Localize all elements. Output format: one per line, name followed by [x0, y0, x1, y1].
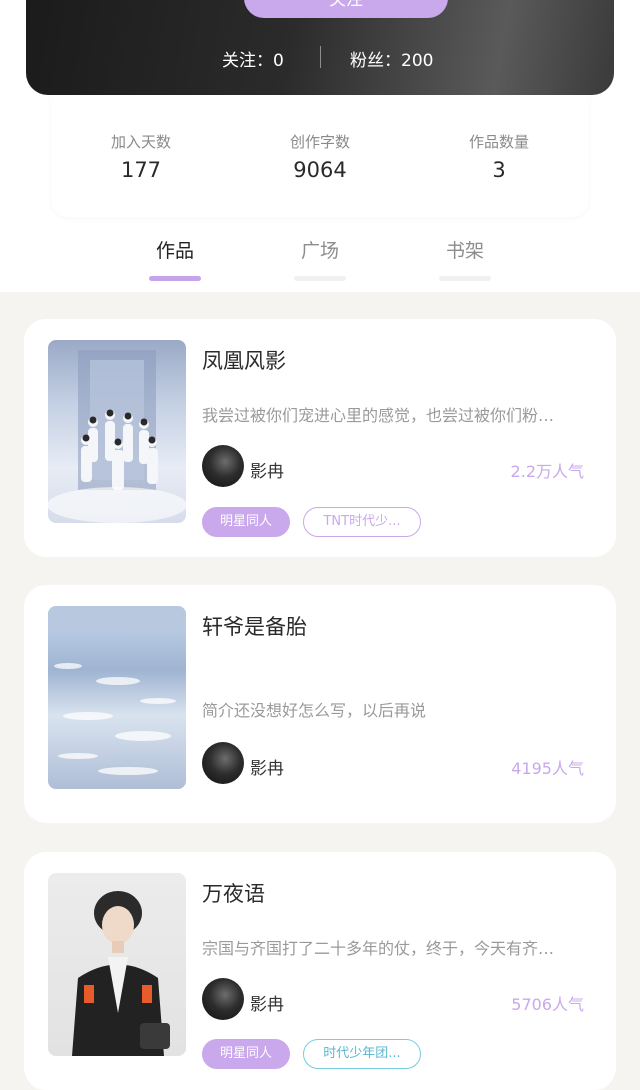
fans-count[interactable]: 粉丝：200 [350, 46, 433, 71]
work-description: 简介还没想好怎么写，以后再说 [202, 701, 427, 720]
cover-art [48, 606, 186, 775]
stat-label: 创作字数 [289, 133, 350, 151]
tag-celebrity-fanfic[interactable]: 明星同人 [202, 1039, 290, 1069]
book-cover-image[interactable] [48, 873, 186, 1056]
work-description: 宗国与齐国打了二十多年的仗，终于，今天有齐… [202, 939, 555, 958]
stat-word-count: 创作字数 9064 [230, 131, 410, 182]
work-card[interactable]: 万夜语 宗国与齐国打了二十多年的仗，终于，今天有齐… 影冉 5706人气 明星同… [24, 852, 616, 1090]
tag-time-youth-group[interactable]: 时代少年团... [303, 1039, 421, 1069]
cover-art [48, 350, 186, 523]
stat-value: 177 [120, 158, 162, 182]
author-name[interactable]: 影冉 [250, 754, 284, 779]
work-card[interactable]: 凤凰风影 我尝过被你们宠进心里的感觉，也尝过被你们粉… 影冉 2.2万人气 明星… [24, 319, 616, 557]
work-title[interactable]: 凤凰风影 [202, 345, 286, 375]
stat-label: 加入天数 [110, 133, 171, 151]
tab-indicator [439, 276, 491, 281]
author-avatar[interactable] [202, 978, 244, 1020]
tab-works[interactable]: 作品 [130, 236, 220, 281]
work-card[interactable]: 轩爷是备胎 简介还没想好怎么写，以后再说 影冉 4195人气 [24, 585, 616, 823]
book-cover-image[interactable] [48, 340, 186, 523]
divider [320, 46, 321, 68]
tab-label: 作品 [155, 240, 194, 262]
author-avatar[interactable] [202, 742, 244, 784]
work-title[interactable]: 万夜语 [202, 878, 265, 908]
stat-value: 9064 [293, 158, 347, 182]
tag-celebrity-fanfic[interactable]: 明星同人 [202, 507, 290, 537]
tab-indicator [149, 276, 201, 281]
tab-square[interactable]: 广场 [275, 236, 365, 281]
popularity-count: 5706人气 [511, 995, 584, 1014]
stat-join-days: 加入天数 177 [51, 131, 231, 182]
tab-bookshelf[interactable]: 书架 [420, 236, 510, 281]
tab-label: 广场 [300, 240, 339, 262]
author-name[interactable]: 影冉 [250, 457, 284, 482]
book-cover-image[interactable] [48, 606, 186, 789]
work-description: 我尝过被你们宠进心里的感觉，也尝过被你们粉… [202, 406, 555, 425]
stat-label: 作品数量 [468, 133, 529, 151]
stat-value: 3 [492, 158, 506, 182]
popularity-count: 4195人气 [511, 759, 584, 778]
work-title[interactable]: 轩爷是备胎 [202, 611, 307, 641]
author-avatar[interactable] [202, 445, 244, 487]
stat-work-count: 作品数量 3 [409, 131, 589, 182]
stats-card: 加入天数 177 创作字数 9064 作品数量 3 [51, 95, 589, 217]
popularity-count: 2.2万人气 [510, 462, 584, 481]
tab-bar: 作品 广场 书架 [0, 230, 640, 281]
profile-header: 关注 关注：0 粉丝：200 [26, 0, 614, 95]
tab-label: 书架 [445, 240, 484, 262]
following-count[interactable]: 关注：0 [222, 46, 284, 71]
follow-button[interactable]: 关注 [244, 0, 448, 18]
cover-art [72, 891, 170, 1056]
tag-tnt[interactable]: TNT时代少... [303, 507, 421, 537]
tab-indicator [294, 276, 346, 281]
follow-stats: 关注：0 粉丝：200 [26, 44, 614, 72]
author-name[interactable]: 影冉 [250, 990, 284, 1015]
